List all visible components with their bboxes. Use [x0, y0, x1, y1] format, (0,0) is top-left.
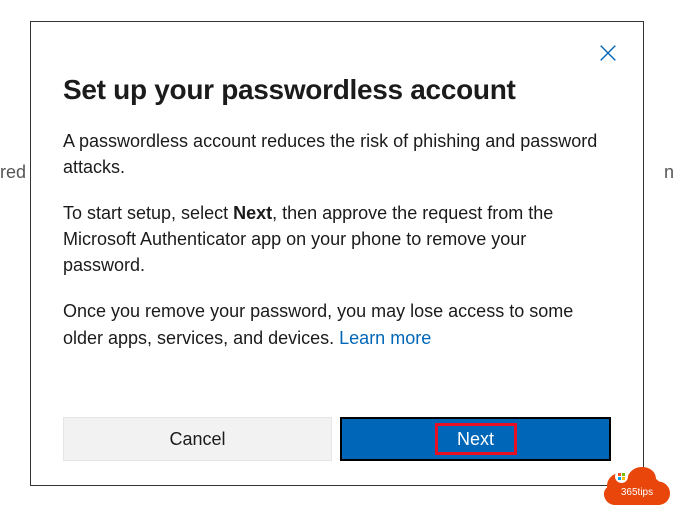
close-button[interactable] [597, 42, 619, 69]
office-logo-icon [615, 470, 628, 483]
close-icon [597, 42, 619, 64]
para2-prefix: To start setup, select [63, 203, 233, 223]
cancel-button[interactable]: Cancel [63, 417, 332, 461]
next-button-label: Next [457, 429, 494, 450]
para3-text: Once you remove your password, you may l… [63, 301, 573, 347]
dialog-paragraph-1: A passwordless account reduces the risk … [63, 128, 611, 180]
background-text-right: n [664, 162, 674, 183]
background-text-left: red [0, 162, 26, 183]
dialog-paragraph-2: To start setup, select Next, then approv… [63, 200, 611, 278]
para2-bold: Next [233, 203, 272, 223]
watermark-badge: 365tips [604, 467, 670, 505]
watermark-label: 365tips [604, 487, 670, 498]
dialog-paragraph-3: Once you remove your password, you may l… [63, 298, 611, 350]
dialog-button-row: Cancel Next [63, 417, 611, 461]
passwordless-setup-dialog: Set up your passwordless account A passw… [30, 21, 644, 486]
next-button[interactable]: Next [340, 417, 611, 461]
dialog-title: Set up your passwordless account [63, 74, 611, 106]
learn-more-link[interactable]: Learn more [339, 328, 431, 348]
cloud-icon [604, 467, 670, 505]
